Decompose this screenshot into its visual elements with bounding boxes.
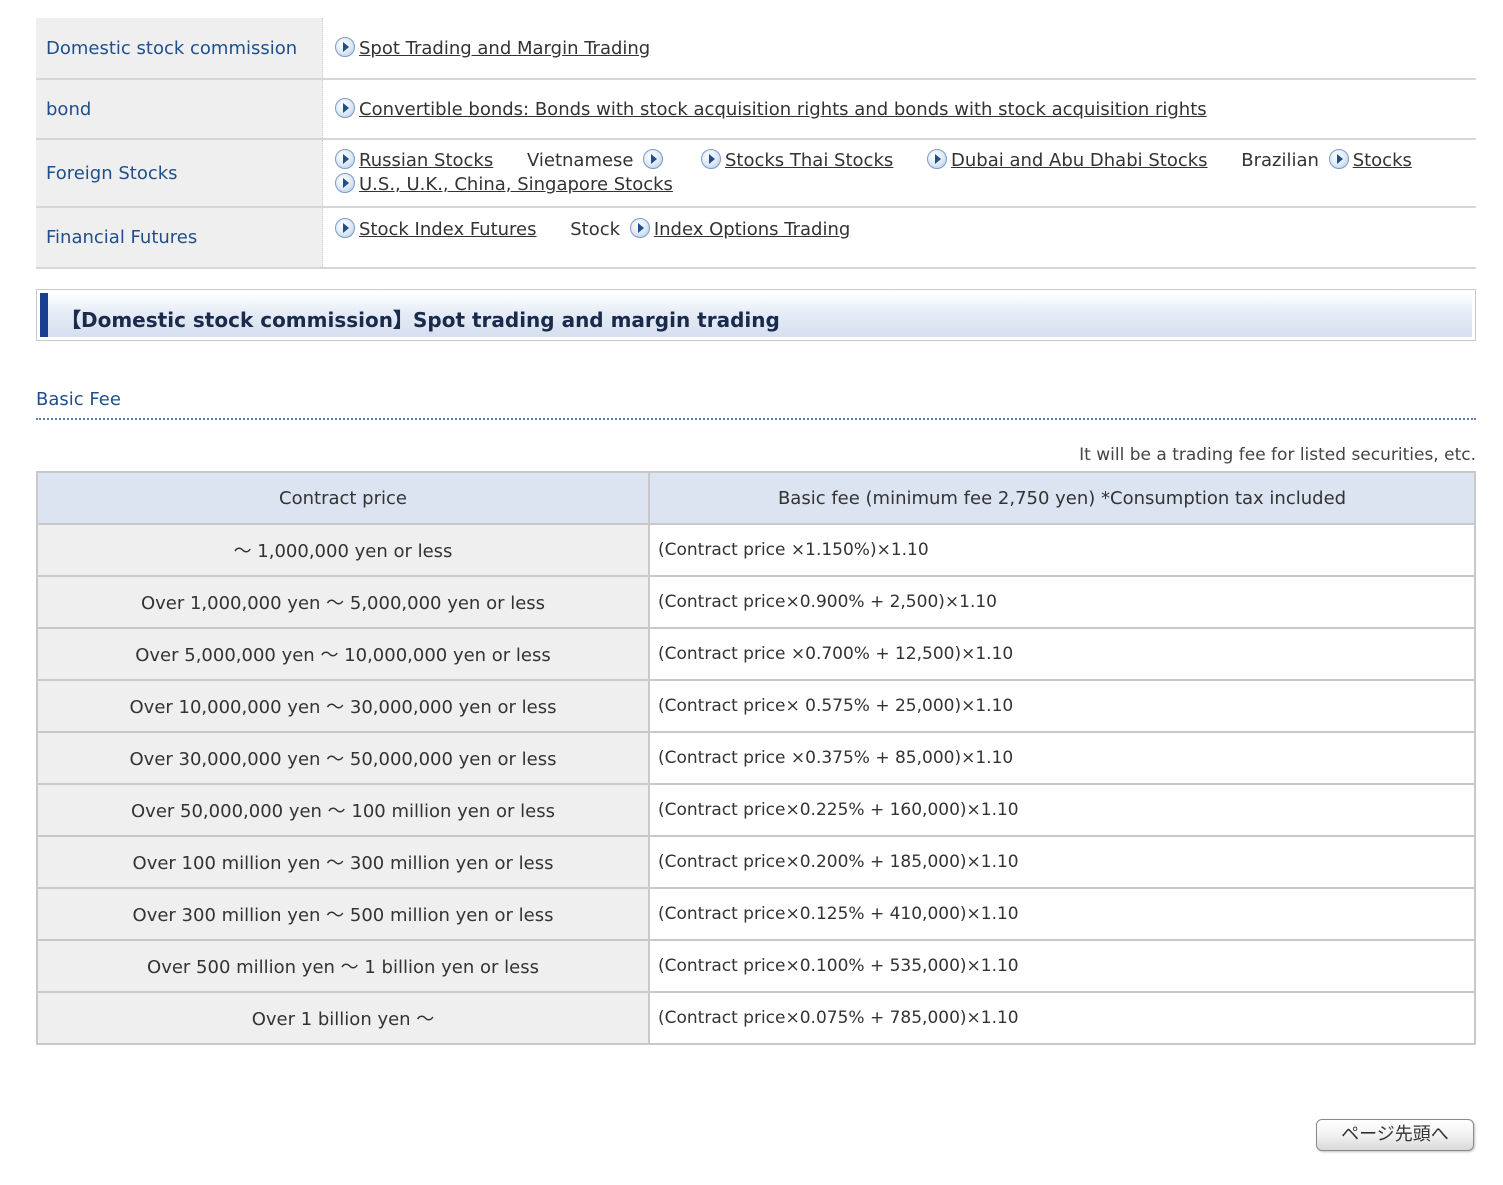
text-vietnamese: Vietnamese [526,150,634,171]
table-row: Over 1,000,000 yen ～ 5,000,000 yen or le… [36,575,1476,629]
nav-links: Stock Index Futures Stock Index Options … [322,207,1476,269]
nav-links: Russian Stocks Vietnamese Stocks Thai St… [322,139,1476,208]
link-convertible-bonds[interactable]: Convertible bonds: Bonds with stock acqu… [359,99,1207,120]
nav-links: Spot Trading and Margin Trading [322,18,1476,80]
arrow-circle-icon [629,218,650,238]
contract-price-cell: Over 100 million yen ～ 300 million yen o… [36,835,650,889]
fee-formula-cell: (Contract price× 0.575% + 25,000)×1.10 [648,679,1476,733]
fee-formula-cell: (Contract price×0.900% + 2,500)×1.10 [648,575,1476,629]
table-row: Over 300 million yen ～ 500 million yen o… [36,887,1476,941]
table-row: ～ 1,000,000 yen or less (Contract price ×… [36,523,1476,577]
contract-price-cell: Over 50,000,000 yen ～ 100 million yen or… [36,783,650,837]
arrow-circle-icon[interactable] [643,149,664,169]
nav-row-futures: Financial Futures Stock Index Futures St… [36,207,1476,269]
nav-label: Foreign Stocks [36,139,323,208]
arrow-circle-icon [335,37,355,57]
table-header-row: Contract price Basic fee (minimum fee 2,… [36,471,1476,525]
contract-price-cell: Over 30,000,000 yen ～ 50,000,000 yen or … [36,731,650,785]
contract-price-cell: Over 500 million yen ～ 1 billion yen or … [36,939,650,993]
table-row: Over 10,000,000 yen ～ 30,000,000 yen or … [36,679,1476,733]
nav-row-domestic: Domestic stock commission Spot Trading a… [36,18,1476,80]
fee-formula-cell: (Contract price×0.125% + 410,000)×1.10 [648,887,1476,941]
fee-formula-cell: (Contract price×0.200% + 185,000)×1.10 [648,835,1476,889]
basic-fee-table: Contract price Basic fee (minimum fee 2,… [36,471,1476,1045]
fee-formula-cell: (Contract price ×0.700% + 12,500)×1.10 [648,627,1476,681]
link-russian-stocks[interactable]: Russian Stocks [359,150,493,171]
fee-formula-cell: (Contract price×0.100% + 535,000)×1.10 [648,939,1476,993]
column-header-contract-price: Contract price [36,471,650,525]
fee-note: It will be a trading fee for listed secu… [1079,445,1476,465]
table-row: Over 500 million yen ～ 1 billion yen or … [36,939,1476,993]
table-row: Over 30,000,000 yen ～ 50,000,000 yen or … [36,731,1476,785]
contract-price-cell: Over 5,000,000 yen ～ 10,000,000 yen or l… [36,627,650,681]
contract-price-cell: ～ 1,000,000 yen or less [36,523,650,577]
link-index-options[interactable]: Index Options Trading [654,219,851,240]
nav-row-bond: bond Convertible bonds: Bonds with stock… [36,79,1476,140]
section-header: 【Domestic stock commission】Spot trading … [36,289,1476,341]
fee-formula-cell: (Contract price×0.225% + 160,000)×1.10 [648,783,1476,837]
fee-formula-cell: (Contract price ×0.375% + 85,000)×1.10 [648,731,1476,785]
table-row: Over 100 million yen ～ 300 million yen o… [36,835,1476,889]
nav-label: Financial Futures [36,207,323,269]
nav-label: Domestic stock commission [36,18,323,80]
link-stock-index-futures[interactable]: Stock Index Futures [359,219,537,240]
text-stock: Stock [570,219,621,240]
page-top-button[interactable]: ページ先頭へ [1316,1119,1474,1151]
arrow-circle-icon [335,98,355,118]
arrow-circle-icon [927,149,947,169]
section-accent-bar [40,293,48,337]
column-header-basic-fee: Basic fee (minimum fee 2,750 yen) *Consu… [648,471,1476,525]
link-us-uk-china-singapore[interactable]: U.S., U.K., China, Singapore Stocks [359,174,673,195]
commission-nav-table: Domestic stock commission Spot Trading a… [36,18,1476,269]
link-brazilian-stocks[interactable]: Stocks [1353,150,1412,171]
section-title: 【Domestic stock commission】Spot trading … [61,308,780,332]
nav-row-foreign: Foreign Stocks Russian Stocks Vietnamese… [36,139,1476,208]
text-brazilian: Brazilian [1241,150,1319,171]
contract-price-cell: Over 300 million yen ～ 500 million yen o… [36,887,650,941]
contract-price-cell: Over 1 billion yen ～ [36,991,650,1045]
fee-formula-cell: (Contract price×0.075% + 785,000)×1.10 [648,991,1476,1045]
arrow-circle-icon [1328,149,1349,169]
arrow-circle-icon [700,149,721,169]
arrow-circle-icon [335,149,355,169]
link-spot-margin-trading[interactable]: Spot Trading and Margin Trading [359,38,650,59]
nav-links: Convertible bonds: Bonds with stock acqu… [322,79,1476,140]
fee-table-body: ～ 1,000,000 yen or less (Contract price ×… [36,523,1476,1045]
nav-label: bond [36,79,323,140]
link-dubai-stocks[interactable]: Dubai and Abu Dhabi Stocks [951,150,1208,171]
fee-formula-cell: (Contract price ×1.150%)×1.10 [648,523,1476,577]
contract-price-cell: Over 10,000,000 yen ～ 30,000,000 yen or … [36,679,650,733]
table-row: Over 1 billion yen ～ (Contract price×0.07… [36,991,1476,1045]
basic-fee-heading: Basic Fee [36,389,1476,420]
contract-price-cell: Over 1,000,000 yen ～ 5,000,000 yen or le… [36,575,650,629]
link-thai-stocks[interactable]: Stocks Thai Stocks [725,150,893,171]
table-row: Over 5,000,000 yen ～ 10,000,000 yen or l… [36,627,1476,681]
arrow-circle-icon [335,218,355,238]
table-row: Over 50,000,000 yen ～ 100 million yen or… [36,783,1476,837]
content-wrapper: Domestic stock commission Spot Trading a… [36,18,1476,1045]
arrow-circle-icon [335,173,355,193]
